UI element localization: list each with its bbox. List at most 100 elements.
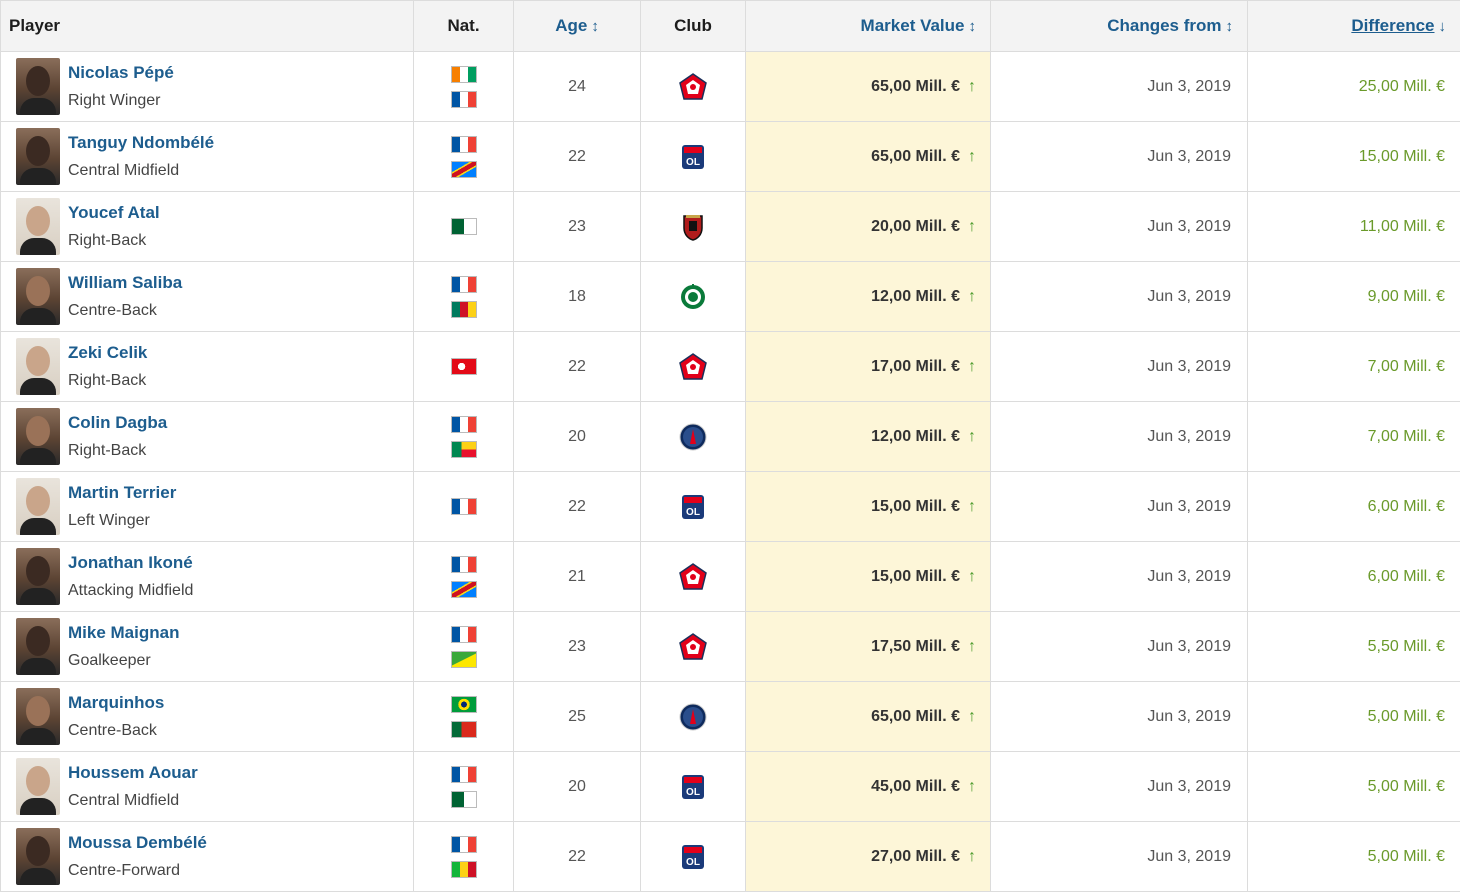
player-photo[interactable] bbox=[16, 688, 60, 745]
market-value[interactable]: 12,00 Mill. € bbox=[871, 428, 960, 445]
changes-from-cell: Jun 3, 2019 bbox=[990, 611, 1248, 682]
player-name-link[interactable]: Marquinhos bbox=[68, 689, 164, 717]
sort-desc-icon[interactable]: ↓ bbox=[1439, 18, 1447, 35]
club-crest-lille-icon[interactable] bbox=[678, 72, 708, 102]
market-value[interactable]: 17,50 Mill. € bbox=[871, 638, 960, 655]
player-cell: Zeki Celik Right-Back bbox=[0, 331, 414, 402]
player-photo[interactable] bbox=[16, 58, 60, 115]
player-photo[interactable] bbox=[16, 268, 60, 325]
club-crest-lille-icon[interactable] bbox=[678, 352, 708, 382]
sort-neutral-icon[interactable]: ↕ bbox=[591, 18, 599, 35]
player-name-link[interactable]: Martin Terrier bbox=[68, 479, 176, 507]
player-photo[interactable] bbox=[16, 618, 60, 675]
flag-group bbox=[450, 625, 477, 668]
market-value[interactable]: 27,00 Mill. € bbox=[871, 848, 960, 865]
age-cell: 23 bbox=[513, 611, 641, 682]
difference-cell: 9,00 Mill. € bbox=[1247, 261, 1460, 332]
age-cell: 22 bbox=[513, 821, 641, 892]
market-value[interactable]: 15,00 Mill. € bbox=[871, 498, 960, 515]
col-header-market-value-label[interactable]: Market Value bbox=[861, 16, 965, 35]
col-header-changes-from-label[interactable]: Changes from bbox=[1107, 16, 1221, 35]
market-value[interactable]: 65,00 Mill. € bbox=[871, 78, 960, 95]
flag-group bbox=[450, 765, 477, 808]
market-value-cell: 45,00 Mill. € ↑ bbox=[745, 751, 991, 822]
club-crest-psg-icon[interactable] bbox=[678, 422, 708, 452]
difference-cell: 5,00 Mill. € bbox=[1247, 751, 1460, 822]
flag-french-guiana-icon bbox=[450, 650, 477, 668]
market-value[interactable]: 45,00 Mill. € bbox=[871, 778, 960, 795]
col-header-nat: Nat. bbox=[413, 0, 514, 52]
col-header-market-value[interactable]: Market Value ↕ bbox=[745, 0, 991, 52]
market-value[interactable]: 20,00 Mill. € bbox=[871, 218, 960, 235]
player-name-link[interactable]: Tanguy Ndombélé bbox=[68, 129, 214, 157]
player-name-link[interactable]: Youcef Atal bbox=[68, 199, 160, 227]
player-cell: Houssem Aouar Central Midfield bbox=[0, 751, 414, 822]
player-text: Jonathan Ikoné Attacking Midfield bbox=[68, 549, 193, 605]
nationality-cell bbox=[413, 611, 514, 682]
player-name-link[interactable]: Moussa Dembélé bbox=[68, 829, 207, 857]
player-position: Centre-Back bbox=[68, 301, 157, 319]
club-crest-lyon-icon[interactable]: OL bbox=[678, 772, 708, 802]
table-row: Mike Maignan Goalkeeper 23 17,50 Mill. € ↑ Ju… bbox=[0, 611, 1460, 682]
market-value[interactable]: 65,00 Mill. € bbox=[871, 148, 960, 165]
flag-group bbox=[450, 415, 477, 458]
club-cell bbox=[640, 681, 746, 752]
player-position: Centre-Back bbox=[68, 721, 157, 739]
changes-from-cell: Jun 3, 2019 bbox=[990, 541, 1248, 612]
table-row: Jonathan Ikoné Attacking Midfield 21 15,00 … bbox=[0, 541, 1460, 612]
flag-france-icon bbox=[450, 135, 477, 153]
col-header-player: Player bbox=[0, 0, 414, 52]
player-photo[interactable] bbox=[16, 758, 60, 815]
changes-from-cell: Jun 3, 2019 bbox=[990, 51, 1248, 122]
market-value[interactable]: 15,00 Mill. € bbox=[871, 568, 960, 585]
player-photo[interactable] bbox=[16, 128, 60, 185]
player-photo[interactable] bbox=[16, 478, 60, 535]
club-crest-saint-etienne-icon[interactable] bbox=[678, 282, 708, 312]
sort-neutral-icon[interactable]: ↕ bbox=[1226, 18, 1234, 35]
col-header-difference-label[interactable]: Difference bbox=[1351, 16, 1434, 35]
col-header-age[interactable]: Age ↕ bbox=[513, 0, 641, 52]
player-name-link[interactable]: Jonathan Ikoné bbox=[68, 549, 193, 577]
col-header-changes-from[interactable]: Changes from ↕ bbox=[990, 0, 1248, 52]
market-value[interactable]: 17,00 Mill. € bbox=[871, 358, 960, 375]
nationality-cell bbox=[413, 751, 514, 822]
player-photo[interactable] bbox=[16, 828, 60, 885]
player-position: Centre-Forward bbox=[68, 861, 181, 879]
club-crest-psg-icon[interactable] bbox=[678, 702, 708, 732]
nationality-cell bbox=[413, 121, 514, 192]
player-name-link[interactable]: Colin Dagba bbox=[68, 409, 167, 437]
player-name-link[interactable]: Zeki Celik bbox=[68, 339, 147, 367]
player-name-link[interactable]: Mike Maignan bbox=[68, 619, 179, 647]
changes-from-cell: Jun 3, 2019 bbox=[990, 471, 1248, 542]
player-position: Right-Back bbox=[68, 231, 147, 249]
club-crest-lyon-icon[interactable]: OL bbox=[678, 142, 708, 172]
club-crest-lyon-icon[interactable]: OL bbox=[678, 842, 708, 872]
player-cell: Colin Dagba Right-Back bbox=[0, 401, 414, 472]
club-crest-nice-icon[interactable] bbox=[678, 212, 708, 242]
club-crest-lyon-icon[interactable]: OL bbox=[678, 492, 708, 522]
market-value-cell: 17,50 Mill. € ↑ bbox=[745, 611, 991, 682]
flag-mali-icon bbox=[450, 860, 477, 878]
market-value[interactable]: 65,00 Mill. € bbox=[871, 708, 960, 725]
player-photo[interactable] bbox=[16, 338, 60, 395]
club-cell: OL bbox=[640, 821, 746, 892]
age-cell: 22 bbox=[513, 121, 641, 192]
sort-neutral-icon[interactable]: ↕ bbox=[969, 18, 977, 35]
svg-text:OL: OL bbox=[686, 157, 700, 168]
player-name-link[interactable]: William Saliba bbox=[68, 269, 182, 297]
player-photo[interactable] bbox=[16, 408, 60, 465]
col-header-age-label[interactable]: Age bbox=[555, 16, 587, 35]
flag-group bbox=[450, 835, 477, 878]
player-name-link[interactable]: Nicolas Pépé bbox=[68, 59, 174, 87]
club-crest-lille-icon[interactable] bbox=[678, 632, 708, 662]
svg-text:OL: OL bbox=[686, 857, 700, 868]
club-crest-lille-icon[interactable] bbox=[678, 562, 708, 592]
nationality-cell bbox=[413, 681, 514, 752]
player-photo[interactable] bbox=[16, 548, 60, 605]
player-cell: William Saliba Centre-Back bbox=[0, 261, 414, 332]
flag-france-icon bbox=[450, 765, 477, 783]
market-value[interactable]: 12,00 Mill. € bbox=[871, 288, 960, 305]
player-photo[interactable] bbox=[16, 198, 60, 255]
player-name-link[interactable]: Houssem Aouar bbox=[68, 759, 198, 787]
col-header-difference[interactable]: Difference ↓ bbox=[1247, 0, 1460, 52]
